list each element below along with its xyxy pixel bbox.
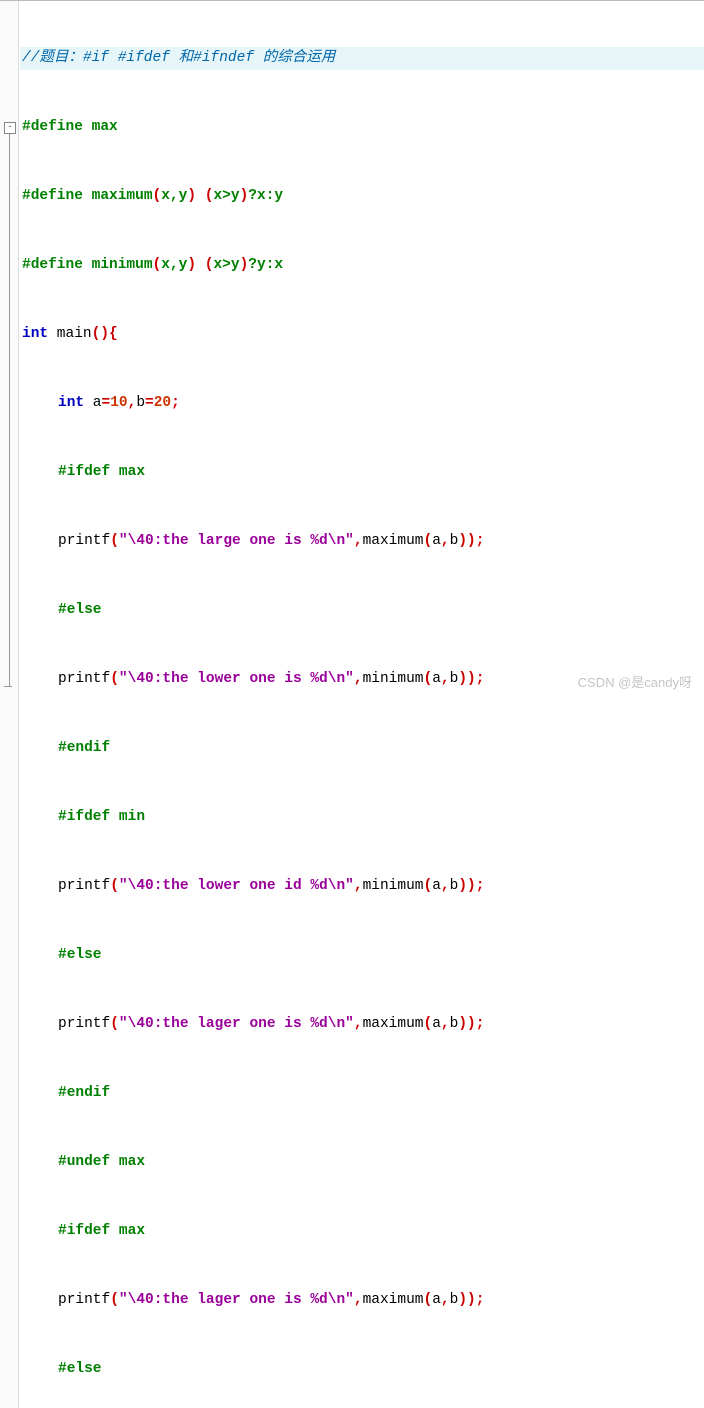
comment-line: //题目：#if #ifdef 和#ifndef 的综合运用	[22, 50, 335, 66]
undef-max: #undef max	[58, 1154, 145, 1170]
define-max: #define max	[22, 119, 118, 135]
ifdef-max: #ifdef max	[58, 464, 145, 480]
define-minimum: #define minimum	[22, 257, 153, 273]
fold-gutter: -	[0, 1, 19, 1408]
fold-toggle-main[interactable]: -	[4, 122, 16, 134]
define-maximum: #define maximum	[22, 188, 153, 204]
code-editor: - //题目：#if #ifdef 和#ifndef 的综合运用 #define…	[0, 0, 704, 1408]
code-content: //题目：#if #ifdef 和#ifndef 的综合运用 #define m…	[20, 1, 704, 1408]
kw-int: int	[22, 326, 48, 342]
ifdef-min: #ifdef min	[58, 809, 145, 825]
